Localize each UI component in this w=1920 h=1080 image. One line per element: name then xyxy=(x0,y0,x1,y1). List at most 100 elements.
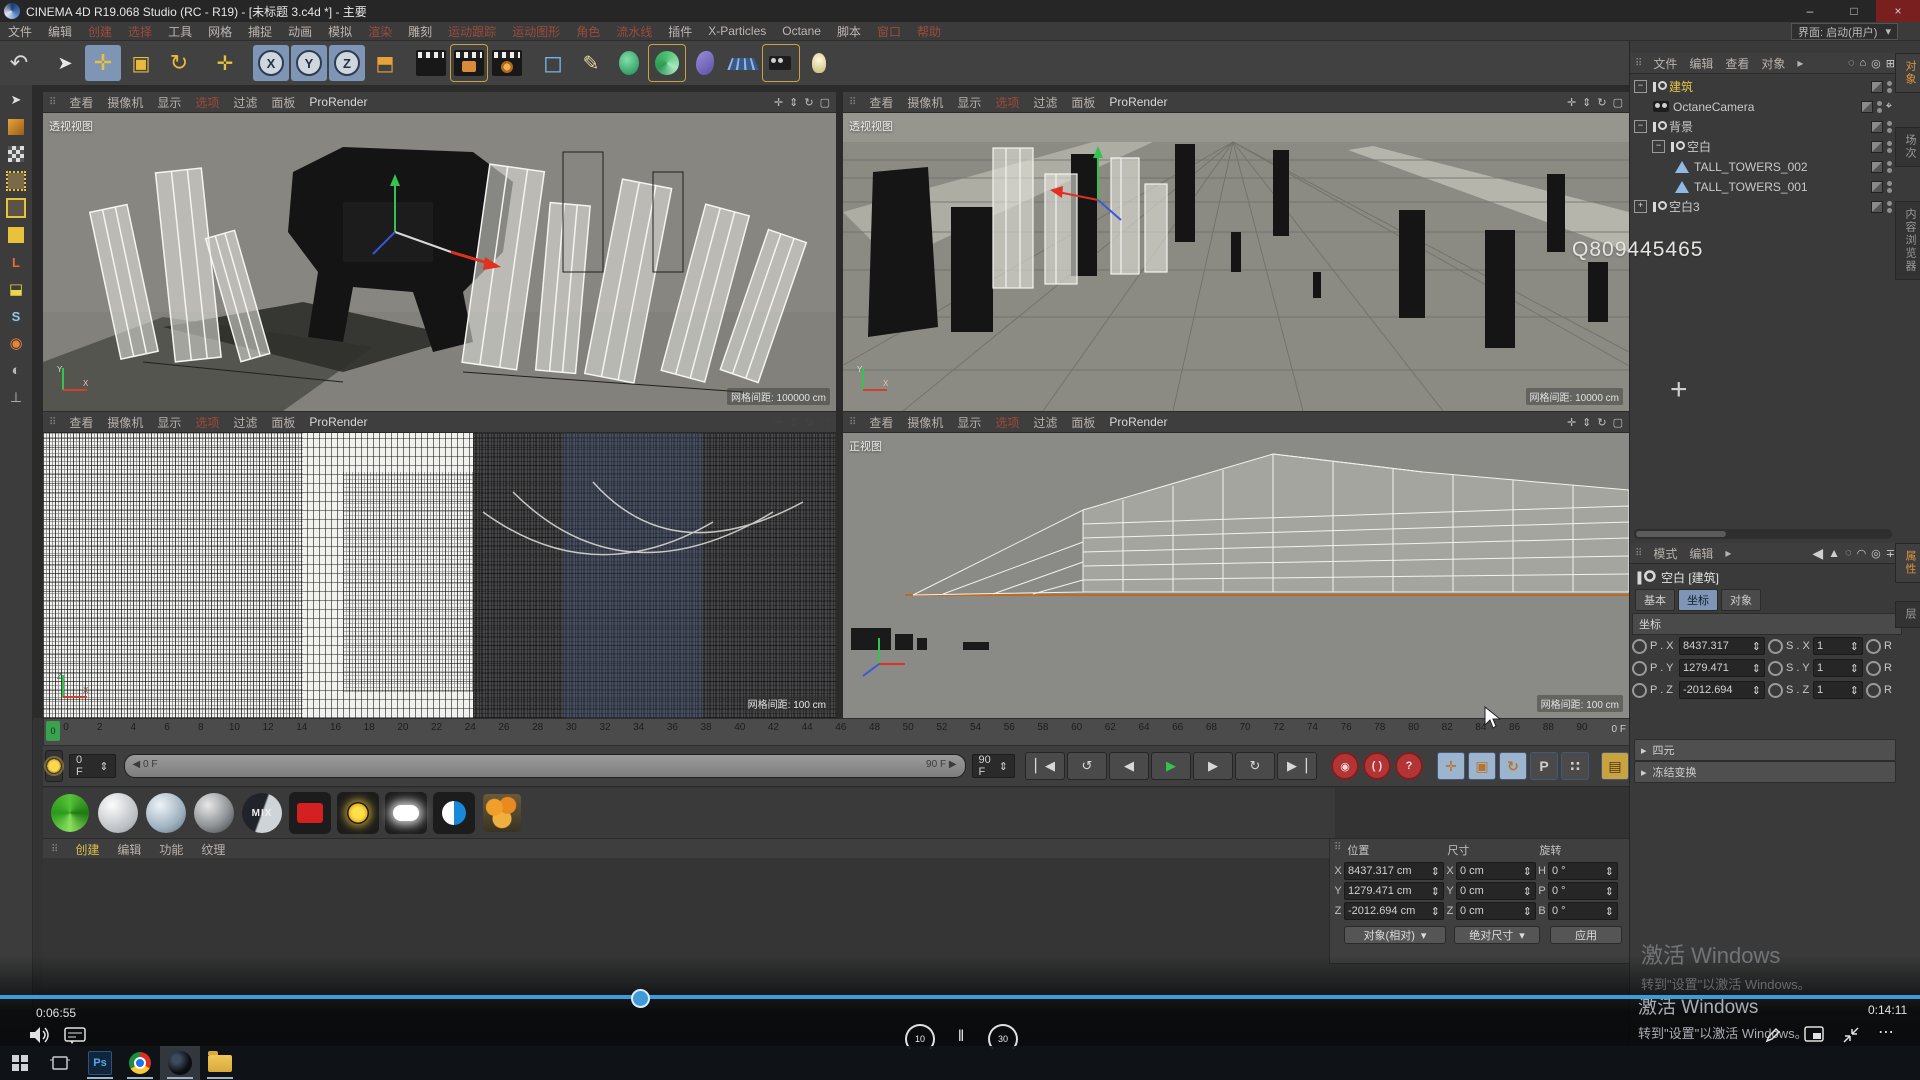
coord-mode-dropdown[interactable]: 对象(相对)▾ xyxy=(1344,926,1446,944)
lock-workplane-button[interactable]: ⊥ xyxy=(3,385,29,409)
vp-menu-filter[interactable]: 过滤 xyxy=(226,94,264,111)
vp-menu-panel[interactable]: 面板 xyxy=(264,414,302,431)
zoom-view-icon[interactable]: ⇕ xyxy=(1582,96,1591,109)
object-row-tall-towers-001[interactable]: TALL_TOWERS_001 xyxy=(1674,177,1896,196)
grip-icon[interactable]: ⠿ xyxy=(49,417,56,428)
layer-icon[interactable] xyxy=(1871,161,1883,173)
key-rotation-button[interactable]: ↻ xyxy=(1499,752,1527,780)
collapse-icon[interactable]: − xyxy=(1634,80,1647,93)
material-mix[interactable]: MIX xyxy=(241,792,283,834)
menu-pipeline[interactable]: 流水线 xyxy=(608,23,660,40)
stepper-icon[interactable]: ⇕ xyxy=(1523,905,1532,918)
tab-objects[interactable]: 对象 xyxy=(1895,53,1920,93)
vp-menu-prorender[interactable]: ProRender xyxy=(302,415,374,429)
key-ring-icon[interactable] xyxy=(1866,639,1881,654)
pan-view-icon[interactable]: ✛ xyxy=(774,96,783,109)
am-menu-mode[interactable]: 模式 xyxy=(1647,545,1683,562)
zoom-view-icon[interactable]: ⇕ xyxy=(789,96,798,109)
vp-menu-panel[interactable]: 面板 xyxy=(1064,94,1102,111)
tab-content-browser[interactable]: 内容浏览器 xyxy=(1895,201,1920,280)
object-row-kongbai3[interactable]: + 空白3 xyxy=(1634,197,1896,216)
rotate-view-icon[interactable]: ↻ xyxy=(804,416,813,429)
compare-icon[interactable]: ∓ xyxy=(1886,547,1895,560)
rotation-h-field[interactable]: 0 °⇕ xyxy=(1548,862,1618,880)
tab-takes[interactable]: 场次 xyxy=(1895,127,1920,167)
stepper-icon[interactable]: ⇕ xyxy=(1752,640,1761,653)
mm-menu-edit[interactable]: 编辑 xyxy=(108,841,150,858)
freeze-transform-fold[interactable]: ▸ 冻结变换 xyxy=(1634,761,1896,783)
menu-simulate[interactable]: 模拟 xyxy=(320,23,360,40)
record-keyframe-button[interactable]: ◉ xyxy=(1331,752,1359,780)
loop-button[interactable]: ↻ xyxy=(1235,752,1275,780)
sz-field[interactable]: 1⇕ xyxy=(1813,681,1863,699)
coordinate-system-button[interactable]: ⬒ xyxy=(367,45,403,81)
vp-menu-view[interactable]: 查看 xyxy=(62,94,100,111)
material-camera-tag[interactable] xyxy=(289,792,331,834)
lock-z-axis-button[interactable]: Z xyxy=(329,45,365,81)
history-forward-icon[interactable]: ▲ xyxy=(1828,546,1840,560)
pan-view-icon[interactable]: ✛ xyxy=(1567,416,1576,429)
vp-menu-view[interactable]: 查看 xyxy=(862,414,900,431)
zoom-view-icon[interactable]: ⇕ xyxy=(1582,416,1591,429)
soft-selection-button[interactable]: ◉ xyxy=(3,331,29,355)
home-icon[interactable]: ⌂ xyxy=(1860,57,1867,69)
stepper-icon[interactable]: ⇕ xyxy=(1431,885,1440,898)
vp-menu-camera[interactable]: 摄像机 xyxy=(100,94,150,111)
render-picture-viewer-button[interactable] xyxy=(451,45,487,81)
video-progress-knob[interactable] xyxy=(631,989,650,1008)
material-sun[interactable] xyxy=(337,792,379,834)
material-halfmoon[interactable] xyxy=(433,792,475,834)
taskbar-photoshop[interactable]: Ps xyxy=(80,1046,120,1080)
menu-help[interactable]: 帮助 xyxy=(909,23,949,40)
minimize-button[interactable]: – xyxy=(1788,0,1832,22)
scale-tool-button[interactable]: ▣ xyxy=(123,45,159,81)
filter-icon[interactable]: ◎ xyxy=(1871,57,1881,70)
layer-icon[interactable] xyxy=(1861,101,1873,113)
vp-menu-display[interactable]: 显示 xyxy=(950,414,988,431)
live-selection-button[interactable]: ➤ xyxy=(47,45,83,81)
field-button[interactable] xyxy=(687,45,723,81)
py-field[interactable]: 1279.471⇕ xyxy=(1679,659,1765,677)
object-row-tall-towers-002[interactable]: TALL_TOWERS_002 xyxy=(1674,157,1896,176)
px-field[interactable]: 8437.317⇕ xyxy=(1679,637,1765,655)
object-row-beijing[interactable]: − 背景 xyxy=(1634,117,1896,136)
am-menu-edit[interactable]: 编辑 xyxy=(1683,545,1719,562)
rotation-b-field[interactable]: 0 °⇕ xyxy=(1548,902,1618,920)
pan-view-icon[interactable]: ✛ xyxy=(1567,96,1576,109)
toggle-view-icon[interactable]: ▢ xyxy=(1613,96,1623,109)
om-menu-file[interactable]: 文件 xyxy=(1647,55,1683,72)
layer-icon[interactable] xyxy=(1871,201,1883,213)
vp-menu-camera[interactable]: 摄像机 xyxy=(100,414,150,431)
rotate-view-icon[interactable]: ↻ xyxy=(804,96,813,109)
tab-attributes[interactable]: 属性 xyxy=(1895,543,1920,583)
key-pla-button[interactable]: ∷ xyxy=(1561,752,1589,780)
goto-end-button[interactable]: ▶▕ xyxy=(1277,752,1317,780)
stepper-icon[interactable]: ⇕ xyxy=(1752,662,1761,675)
snap-button[interactable]: S xyxy=(3,304,29,328)
vp-menu-filter[interactable]: 过滤 xyxy=(1026,414,1064,431)
menu-render[interactable]: 渲染 xyxy=(360,23,400,40)
position-x-field[interactable]: 8437.317 cm⇕ xyxy=(1344,862,1444,880)
menu-octane[interactable]: Octane xyxy=(774,24,829,38)
key-position-button[interactable]: ✛ xyxy=(1437,752,1465,780)
key-ring-icon[interactable] xyxy=(1768,661,1783,676)
next-frame-button[interactable]: ▶ xyxy=(1193,752,1233,780)
vp-menu-view[interactable]: 查看 xyxy=(862,94,900,111)
viewport-solo-button[interactable]: ◐ xyxy=(3,358,29,382)
preview-range-slider[interactable]: ◀ 0 F 90 F ▶ xyxy=(124,754,966,778)
mm-menu-texture[interactable]: 纹理 xyxy=(192,841,234,858)
menu-xparticles[interactable]: X-Particles xyxy=(700,24,774,38)
position-z-field[interactable]: -2012.694 cm⇕ xyxy=(1344,902,1444,920)
grip-icon[interactable]: ⠿ xyxy=(1334,842,1341,858)
key-parameter-button[interactable]: P xyxy=(1530,752,1558,780)
vp-menu-display[interactable]: 显示 xyxy=(150,94,188,111)
object-row-kongbai[interactable]: − 空白 xyxy=(1652,137,1896,156)
vp-menu-options[interactable]: 选项 xyxy=(188,414,226,431)
workplane-button[interactable]: ⬓ xyxy=(3,277,29,301)
key-ring-icon[interactable] xyxy=(1768,683,1783,698)
layer-icon[interactable] xyxy=(1871,81,1883,93)
vp-menu-camera[interactable]: 摄像机 xyxy=(900,94,950,111)
grip-icon[interactable]: ⠿ xyxy=(849,97,856,108)
om-menu-view[interactable]: 查看 xyxy=(1719,55,1755,72)
tab-basic[interactable]: 基本 xyxy=(1635,589,1675,611)
